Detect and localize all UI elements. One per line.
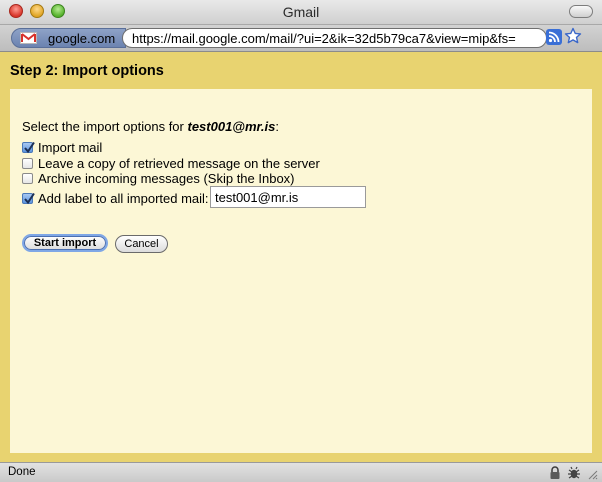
window-title: Gmail	[282, 4, 320, 20]
resize-grip-icon[interactable]	[586, 468, 598, 480]
rss-feed-icon[interactable]	[546, 29, 562, 45]
title-bar: Gmail	[0, 0, 602, 25]
page-title: Step 2: Import options	[10, 63, 164, 79]
site-label: google.com	[48, 31, 116, 46]
import-options-panel: Select the import options for test001@mr…	[10, 89, 592, 453]
bookmark-star-icon[interactable]	[564, 27, 582, 45]
leave-copy-label: Leave a copy of retrieved message on the…	[38, 156, 320, 171]
status-text: Done	[8, 466, 36, 478]
url-text: https://mail.google.com/mail/?ui=2&ik=32…	[132, 31, 516, 46]
archive-checkbox[interactable]	[22, 173, 33, 184]
intro-suffix: :	[275, 119, 279, 134]
add-label-checkbox[interactable]	[22, 192, 35, 205]
leave-copy-checkbox[interactable]	[22, 158, 33, 169]
gmail-icon	[20, 32, 37, 44]
start-import-button[interactable]: Start import	[22, 234, 108, 252]
intro-prefix: Select the import options for	[22, 119, 188, 134]
activity-bug-icon[interactable]	[566, 465, 582, 481]
status-bar: Done	[0, 462, 602, 482]
address-toolbar: google.com https://mail.google.com/mail/…	[0, 25, 602, 52]
browser-window: Gmail google.com https://mail.google.com…	[0, 0, 602, 482]
label-name-input[interactable]	[210, 186, 366, 208]
import-mail-label: Import mail	[38, 140, 103, 155]
account-email: test001@mr.is	[187, 119, 276, 134]
add-label-label: Add label to all imported mail:	[38, 191, 209, 206]
import-mail-checkbox[interactable]	[22, 141, 35, 154]
toolbar-toggle-button[interactable]	[569, 5, 593, 18]
site-identity-chip[interactable]: google.com	[11, 28, 126, 48]
url-field[interactable]: https://mail.google.com/mail/?ui=2&ik=32…	[122, 28, 547, 48]
lock-icon[interactable]	[549, 466, 561, 480]
archive-label: Archive incoming messages (Skip the Inbo…	[38, 171, 295, 186]
cancel-button[interactable]: Cancel	[115, 235, 168, 253]
intro-text: Select the import options for test001@mr…	[22, 119, 279, 134]
page-content: Step 2: Import options Select the import…	[0, 52, 602, 462]
